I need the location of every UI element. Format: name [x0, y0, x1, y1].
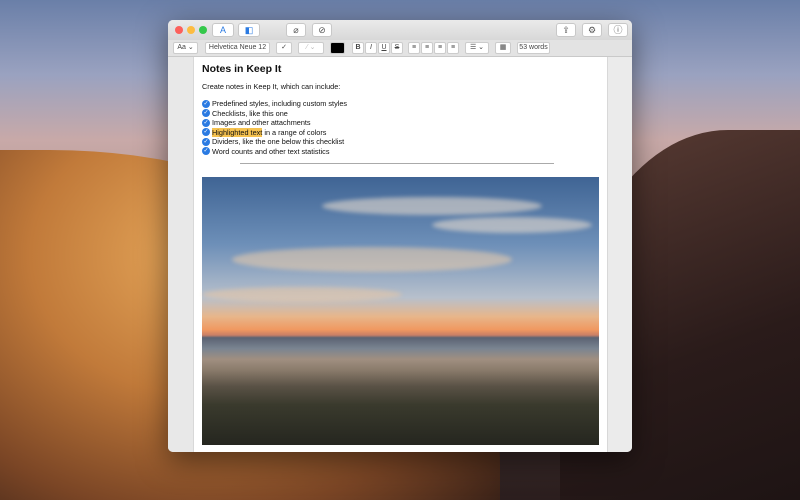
- checklist-item[interactable]: ✓ Images and other attachments: [202, 118, 599, 128]
- note-intro: Create notes in Keep It, which can inclu…: [202, 82, 341, 91]
- note-editor[interactable]: Notes in Keep It Create notes in Keep It…: [194, 57, 607, 452]
- text-color-swatch[interactable]: [330, 42, 345, 54]
- right-margin: [607, 57, 632, 452]
- item-text: in a range of colors: [262, 127, 327, 137]
- underline-button[interactable]: U: [378, 42, 390, 54]
- checklist-item[interactable]: ✓ Highlighted text in a range of colors: [202, 127, 599, 138]
- keep-it-window: A ◧ ⌀ ⊘ ⇪ ⚙ ⓘ Aa ⌄ Helvetica Neue 12 ✓ ⁄…: [168, 20, 632, 452]
- checked-icon[interactable]: ✓: [202, 137, 210, 146]
- checklist-item[interactable]: ✓ Checklists, like this one: [202, 109, 599, 119]
- format-bar: Aa ⌄ Helvetica Neue 12 ✓ ⁄ ⌄ B I U S ≡ ≡…: [168, 40, 632, 57]
- bold-button[interactable]: B: [352, 42, 364, 54]
- justify-icon[interactable]: ≡: [447, 42, 459, 54]
- align-center-icon[interactable]: ≡: [421, 42, 433, 54]
- style-dropdown[interactable]: Aa ⌄: [173, 42, 198, 54]
- style-label: Aa: [177, 44, 186, 51]
- minimize-button[interactable]: [187, 26, 195, 34]
- checked-icon[interactable]: ✓: [202, 128, 210, 137]
- tags-icon[interactable]: ⚙: [582, 23, 602, 37]
- compass-icon[interactable]: ⊘: [312, 23, 332, 37]
- font-picker[interactable]: Helvetica Neue 12: [205, 42, 270, 54]
- highlight-dropdown[interactable]: ⁄ ⌄: [298, 42, 324, 54]
- italic-button[interactable]: I: [365, 42, 377, 54]
- checklist-item[interactable]: ✓ Dividers, like the one below this check…: [202, 137, 599, 147]
- checkmark-icon[interactable]: ✓: [276, 42, 292, 54]
- item-text: Word counts and other text statistics: [212, 146, 330, 156]
- checked-icon[interactable]: ✓: [202, 118, 210, 127]
- table-icon[interactable]: ▦: [495, 42, 511, 54]
- close-button[interactable]: [175, 26, 183, 34]
- share-icon[interactable]: ⇪: [556, 23, 576, 37]
- item-text: Dividers, like the one below this checkl…: [212, 137, 345, 147]
- paperclip-icon[interactable]: ⌀: [286, 23, 306, 37]
- strikethrough-button[interactable]: S: [391, 42, 403, 54]
- item-text: Predefined styles, including custom styl…: [212, 99, 348, 109]
- info-icon[interactable]: ⓘ: [608, 23, 628, 37]
- list-dropdown[interactable]: ☰ ⌄: [465, 42, 489, 54]
- checked-icon[interactable]: ✓: [202, 147, 210, 156]
- align-left-icon[interactable]: ≡: [408, 42, 420, 54]
- align-right-icon[interactable]: ≡: [434, 42, 446, 54]
- title-bar: A ◧ ⌀ ⊘ ⇪ ⚙ ⓘ: [168, 20, 632, 40]
- left-margin: [168, 57, 194, 452]
- beach-sunset-image[interactable]: [202, 177, 599, 445]
- format-bar-toggle-icon[interactable]: ◧: [238, 23, 260, 37]
- checklist-item[interactable]: ✓ Predefined styles, including custom sty…: [202, 99, 599, 109]
- checklist-item[interactable]: ✓ Word counts and other text statistics: [202, 147, 599, 157]
- zoom-button[interactable]: [199, 26, 207, 34]
- checked-icon[interactable]: ✓: [202, 99, 210, 108]
- styles-icon[interactable]: A: [212, 23, 234, 37]
- note-title: Notes in Keep It: [202, 63, 282, 75]
- checked-icon[interactable]: ✓: [202, 109, 210, 118]
- word-count[interactable]: 53 words: [517, 42, 550, 54]
- item-text: Images and other attachments: [212, 118, 311, 128]
- highlighted-text: Highlighted text: [212, 127, 263, 137]
- divider: [240, 163, 554, 164]
- item-text: Checklists, like this one: [212, 108, 288, 118]
